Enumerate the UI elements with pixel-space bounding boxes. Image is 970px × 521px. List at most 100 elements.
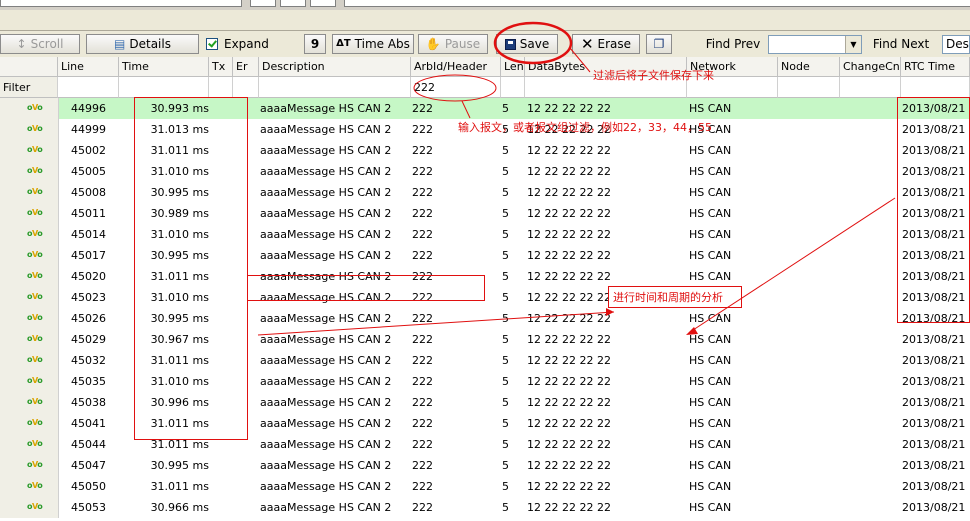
top-field[interactable] [344, 0, 970, 7]
cell-net: HS CAN [689, 333, 732, 346]
filter-arbid-input[interactable]: 222 [411, 77, 501, 98]
filter-tx[interactable] [209, 77, 233, 98]
cell-net: HS CAN [689, 249, 732, 262]
cell-line: 45038 [71, 396, 106, 409]
message-status-icon: oVo [27, 397, 43, 406]
save-button[interactable]: Save [496, 34, 558, 54]
erase-button[interactable]: ✕ Erase [572, 34, 640, 54]
message-status-icon: oVo [27, 334, 43, 343]
message-status-icon: oVo [27, 166, 43, 175]
cell-len: 5 [502, 270, 509, 283]
header-er[interactable]: Er [233, 57, 259, 77]
filter-description[interactable] [259, 77, 411, 98]
pause-button[interactable]: ✋ Pause [418, 34, 488, 54]
row-gutter: oVo [0, 161, 59, 182]
time-abs-button[interactable]: ΔT Time Abs [332, 34, 414, 54]
header-time[interactable]: Time [119, 57, 209, 77]
table-row[interactable]: oVo 45047 30.995 ms aaaaMessage HS CAN 2 222… [0, 455, 970, 476]
filter-node[interactable] [778, 77, 840, 98]
header-line[interactable]: Line [58, 57, 119, 77]
cell-desc: aaaaMessage HS CAN 2 [260, 333, 392, 346]
message-status-icon: oVo [27, 271, 43, 280]
cell-desc: aaaaMessage HS CAN 2 [260, 165, 392, 178]
header-arbid[interactable]: ArbId/Header [411, 57, 501, 77]
cell-arbid: 222 [412, 459, 433, 472]
row-gutter: oVo [0, 203, 59, 224]
rtc-highlight-box [897, 97, 970, 323]
header-len[interactable]: Len [501, 57, 525, 77]
message-status-icon: oVo [27, 187, 43, 196]
cell-time: 30.966 ms [150, 501, 209, 514]
message-status-icon: oVo [27, 376, 43, 385]
chevron-down-icon[interactable]: ▼ [845, 36, 861, 53]
filter-er[interactable] [233, 77, 259, 98]
cell-desc: aaaaMessage HS CAN 2 [260, 375, 392, 388]
find-next-button[interactable]: Find Next [868, 34, 934, 54]
cell-desc: aaaaMessage HS CAN 2 [260, 417, 392, 430]
cell-arbid: 222 [412, 333, 433, 346]
filter-line[interactable] [58, 77, 119, 98]
cell-len: 5 [502, 312, 509, 325]
top-button-3[interactable] [310, 0, 336, 7]
top-button-2[interactable] [280, 0, 306, 7]
find-prev-button[interactable]: Find Prev [700, 34, 766, 54]
cell-net: HS CAN [689, 207, 732, 220]
cell-net: HS CAN [689, 165, 732, 178]
cell-net: HS CAN [689, 144, 732, 157]
header-tx[interactable]: Tx [209, 57, 233, 77]
message-status-icon: oVo [27, 124, 43, 133]
row-gutter: oVo [0, 224, 59, 245]
row-gutter: oVo [0, 329, 59, 350]
find-combo[interactable]: ▼ [768, 35, 862, 54]
filter-time[interactable] [119, 77, 209, 98]
top-button-1[interactable] [250, 0, 276, 7]
expand-checkbox[interactable]: Expand [201, 34, 300, 54]
filter-annotation: 输入报文，或者报文组过滤，例如22，33，44，55 [458, 121, 712, 134]
cell-line: 45005 [71, 165, 106, 178]
cell-line: 45035 [71, 375, 106, 388]
filter-len[interactable] [501, 77, 525, 98]
cell-time: 30.995 ms [150, 459, 209, 472]
windows-button[interactable]: ❐ [646, 34, 672, 54]
cell-desc: aaaaMessage HS CAN 2 [260, 480, 392, 493]
header-node[interactable]: Node [778, 57, 840, 77]
floppy-save-icon [504, 38, 516, 50]
header-changecnt[interactable]: ChangeCnt [840, 57, 901, 77]
cell-desc: aaaaMessage HS CAN 2 [260, 396, 392, 409]
cell-data: 12 22 22 22 22 [527, 312, 611, 325]
cell-rtc: 2013/08/21 15 [902, 480, 970, 493]
cell-desc: aaaaMessage HS CAN 2 [260, 144, 392, 157]
row-gutter: oVo [0, 182, 59, 203]
cell-data: 12 22 22 22 22 [527, 270, 611, 283]
filter-changecnt[interactable] [840, 77, 901, 98]
message-status-icon: oVo [27, 481, 43, 490]
search-column-field[interactable]: Desc [942, 35, 970, 54]
cell-len: 5 [502, 354, 509, 367]
top-combo[interactable] [0, 0, 242, 7]
table-row[interactable]: oVo 45053 30.966 ms aaaaMessage HS CAN 2 222… [0, 497, 970, 518]
save-annotation: 过滤后将子文件保存下来 [593, 69, 714, 82]
details-button[interactable]: ▤ Details [86, 34, 199, 54]
cell-desc: aaaaMessage HS CAN 2 [260, 249, 392, 262]
header-rtc-time[interactable]: RTC Time [901, 57, 970, 77]
header-description[interactable]: Description [259, 57, 411, 77]
cell-line: 45041 [71, 417, 106, 430]
cell-line: 45026 [71, 312, 106, 325]
cell-len: 5 [502, 249, 509, 262]
filter-rtc[interactable] [901, 77, 970, 98]
cell-len: 5 [502, 501, 509, 514]
cell-rtc: 2013/08/21 15 [902, 333, 970, 346]
cell-line: 45029 [71, 333, 106, 346]
analysis-annotation: 进行时间和周期的分析 [608, 286, 742, 308]
cell-len: 5 [502, 228, 509, 241]
row-gutter: oVo [0, 413, 59, 434]
row-gutter: oVo [0, 98, 59, 119]
cell-net: HS CAN [689, 438, 732, 451]
scroll-button[interactable]: ↕ Scroll [0, 34, 80, 54]
message-status-icon: oVo [27, 103, 43, 112]
table-row[interactable]: oVo 45050 31.011 ms aaaaMessage HS CAN 2 222… [0, 476, 970, 497]
cell-desc: aaaaMessage HS CAN 2 [260, 312, 392, 325]
special-button[interactable]: 9 [304, 34, 326, 54]
cell-arbid: 222 [412, 165, 433, 178]
cell-rtc: 2013/08/21 15 [902, 438, 970, 451]
